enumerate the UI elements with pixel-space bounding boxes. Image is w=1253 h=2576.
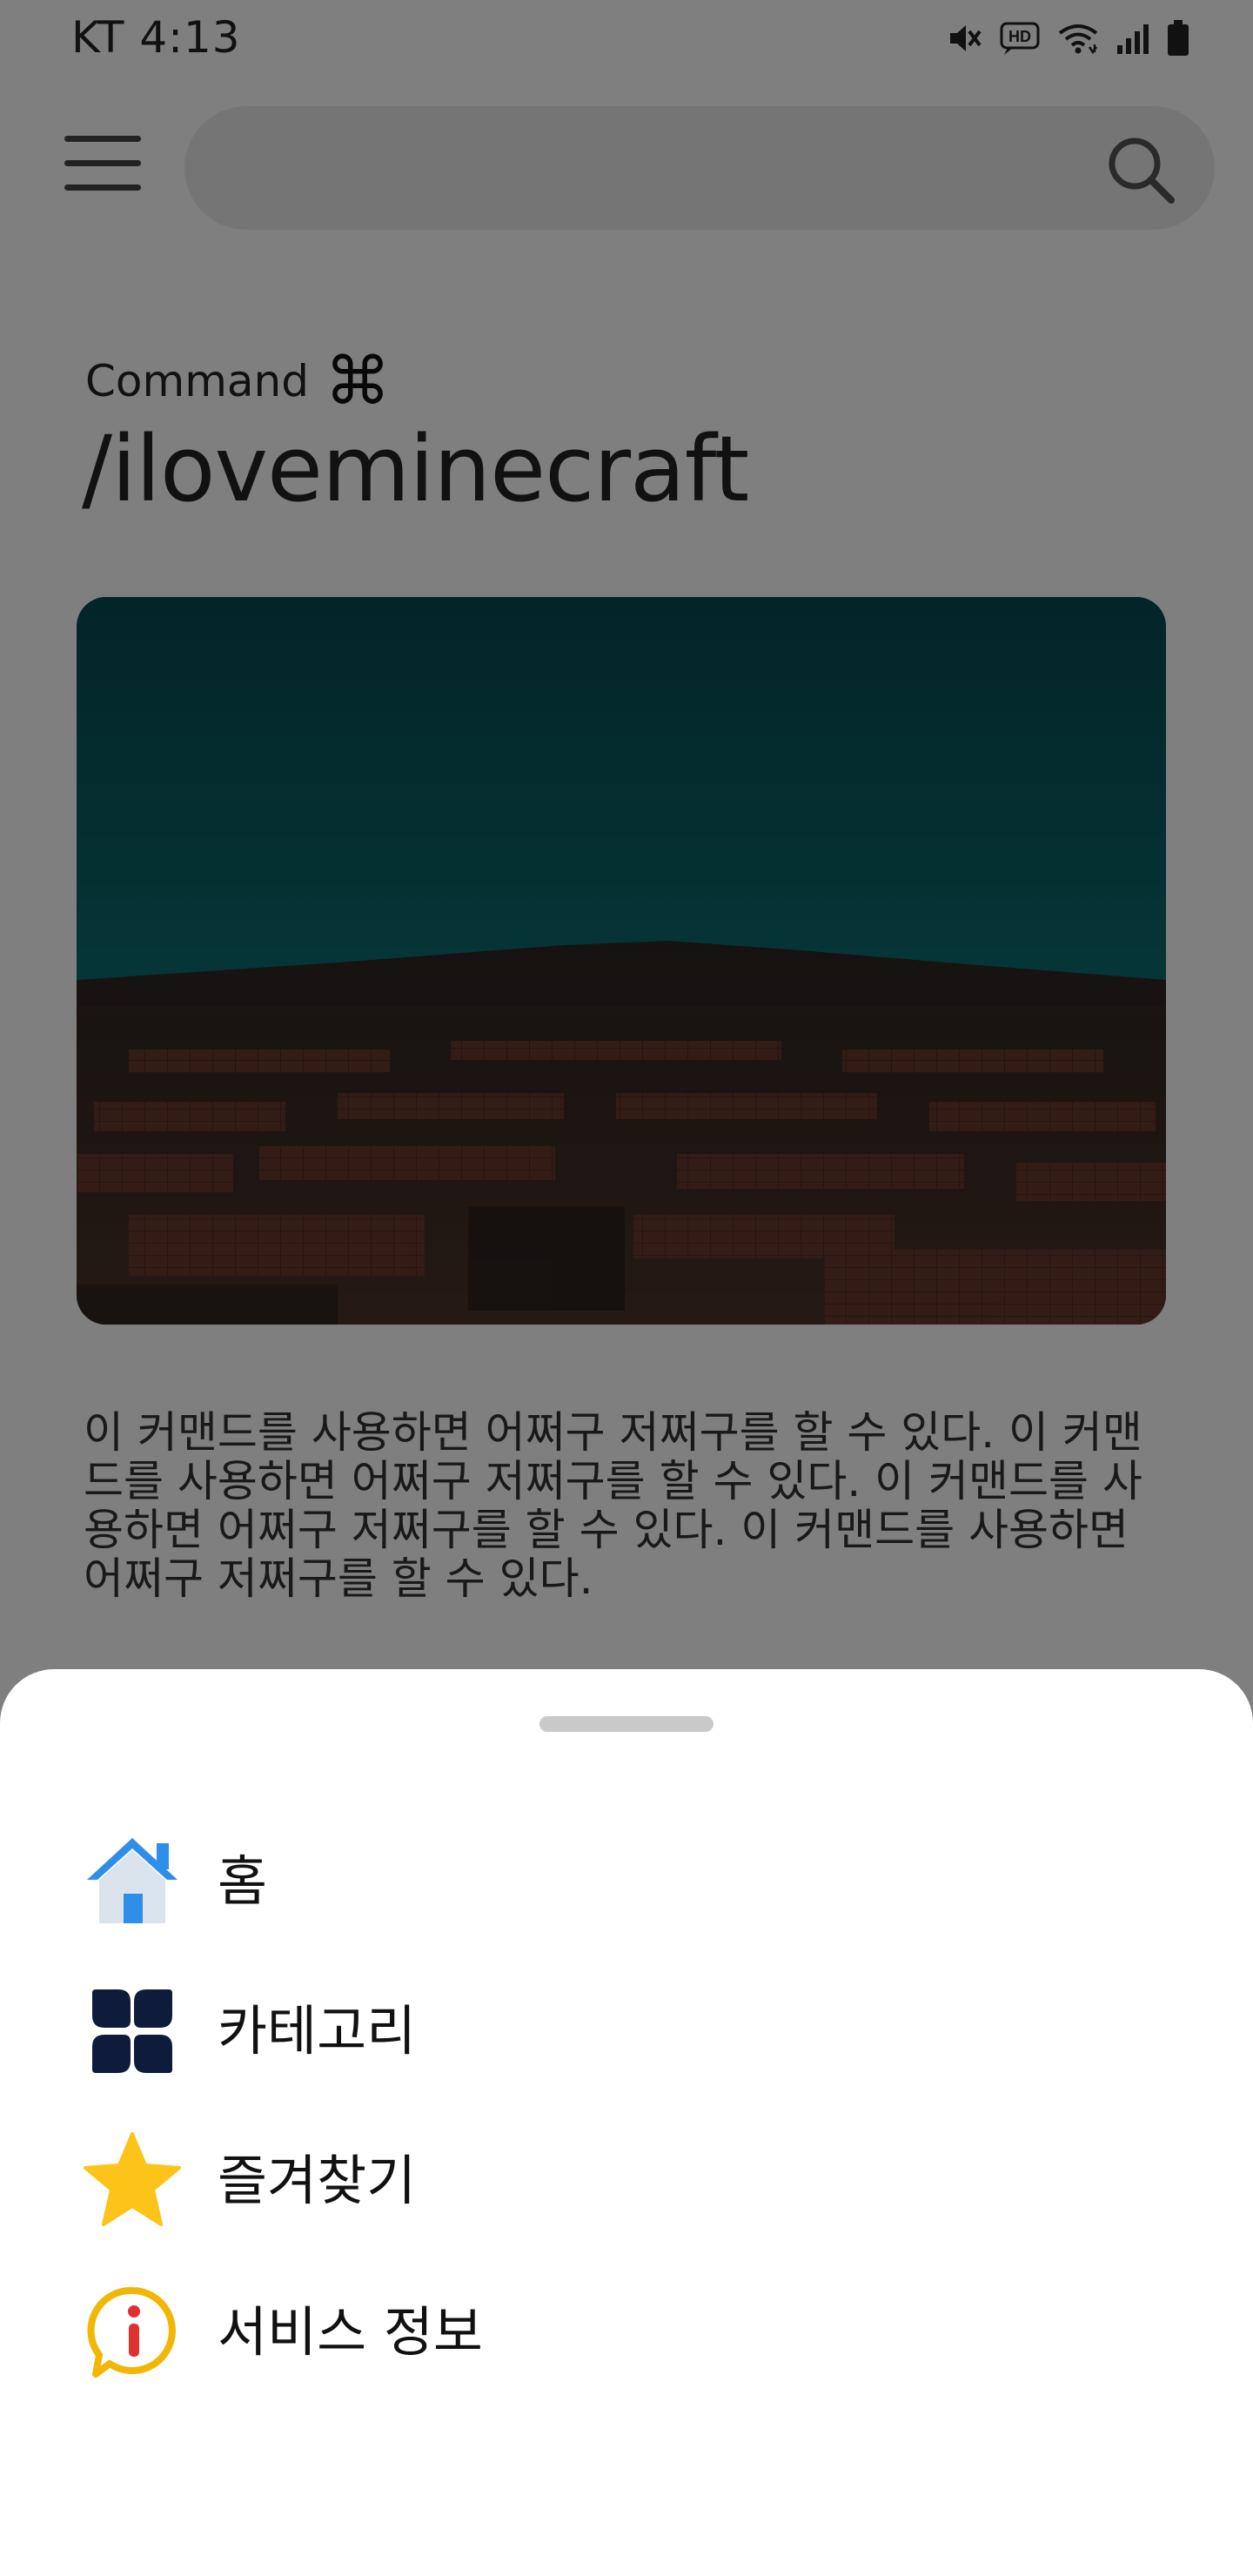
sheet-item-favorites[interactable]: 즐겨찾기 bbox=[0, 2106, 1253, 2256]
sheet-item-category-label: 카테고리 bbox=[218, 1999, 417, 2063]
home-icon bbox=[87, 1838, 178, 1923]
sheet-item-home-label: 홈 bbox=[218, 1849, 268, 1913]
sheet-item-favorites-label: 즐겨찾기 bbox=[218, 2149, 417, 2212]
sheet-item-category[interactable]: 카테고리 bbox=[0, 1956, 1253, 2106]
category-icon bbox=[92, 1989, 172, 2073]
app-screen: KT 4:13 HD bbox=[0, 0, 1253, 2576]
sheet-item-service-info[interactable]: 서비스 정보 bbox=[0, 2257, 1253, 2407]
info-icon bbox=[87, 2286, 176, 2378]
navigation-bottom-sheet: 홈 카테고리 즐겨찾기 서비스 정보 bbox=[0, 1669, 1253, 2576]
star-icon bbox=[84, 2132, 181, 2226]
sheet-item-home[interactable]: 홈 bbox=[0, 1807, 1253, 1956]
sheet-drag-handle[interactable] bbox=[539, 1716, 714, 1732]
sheet-item-service-info-label: 서비스 정보 bbox=[218, 2300, 483, 2364]
